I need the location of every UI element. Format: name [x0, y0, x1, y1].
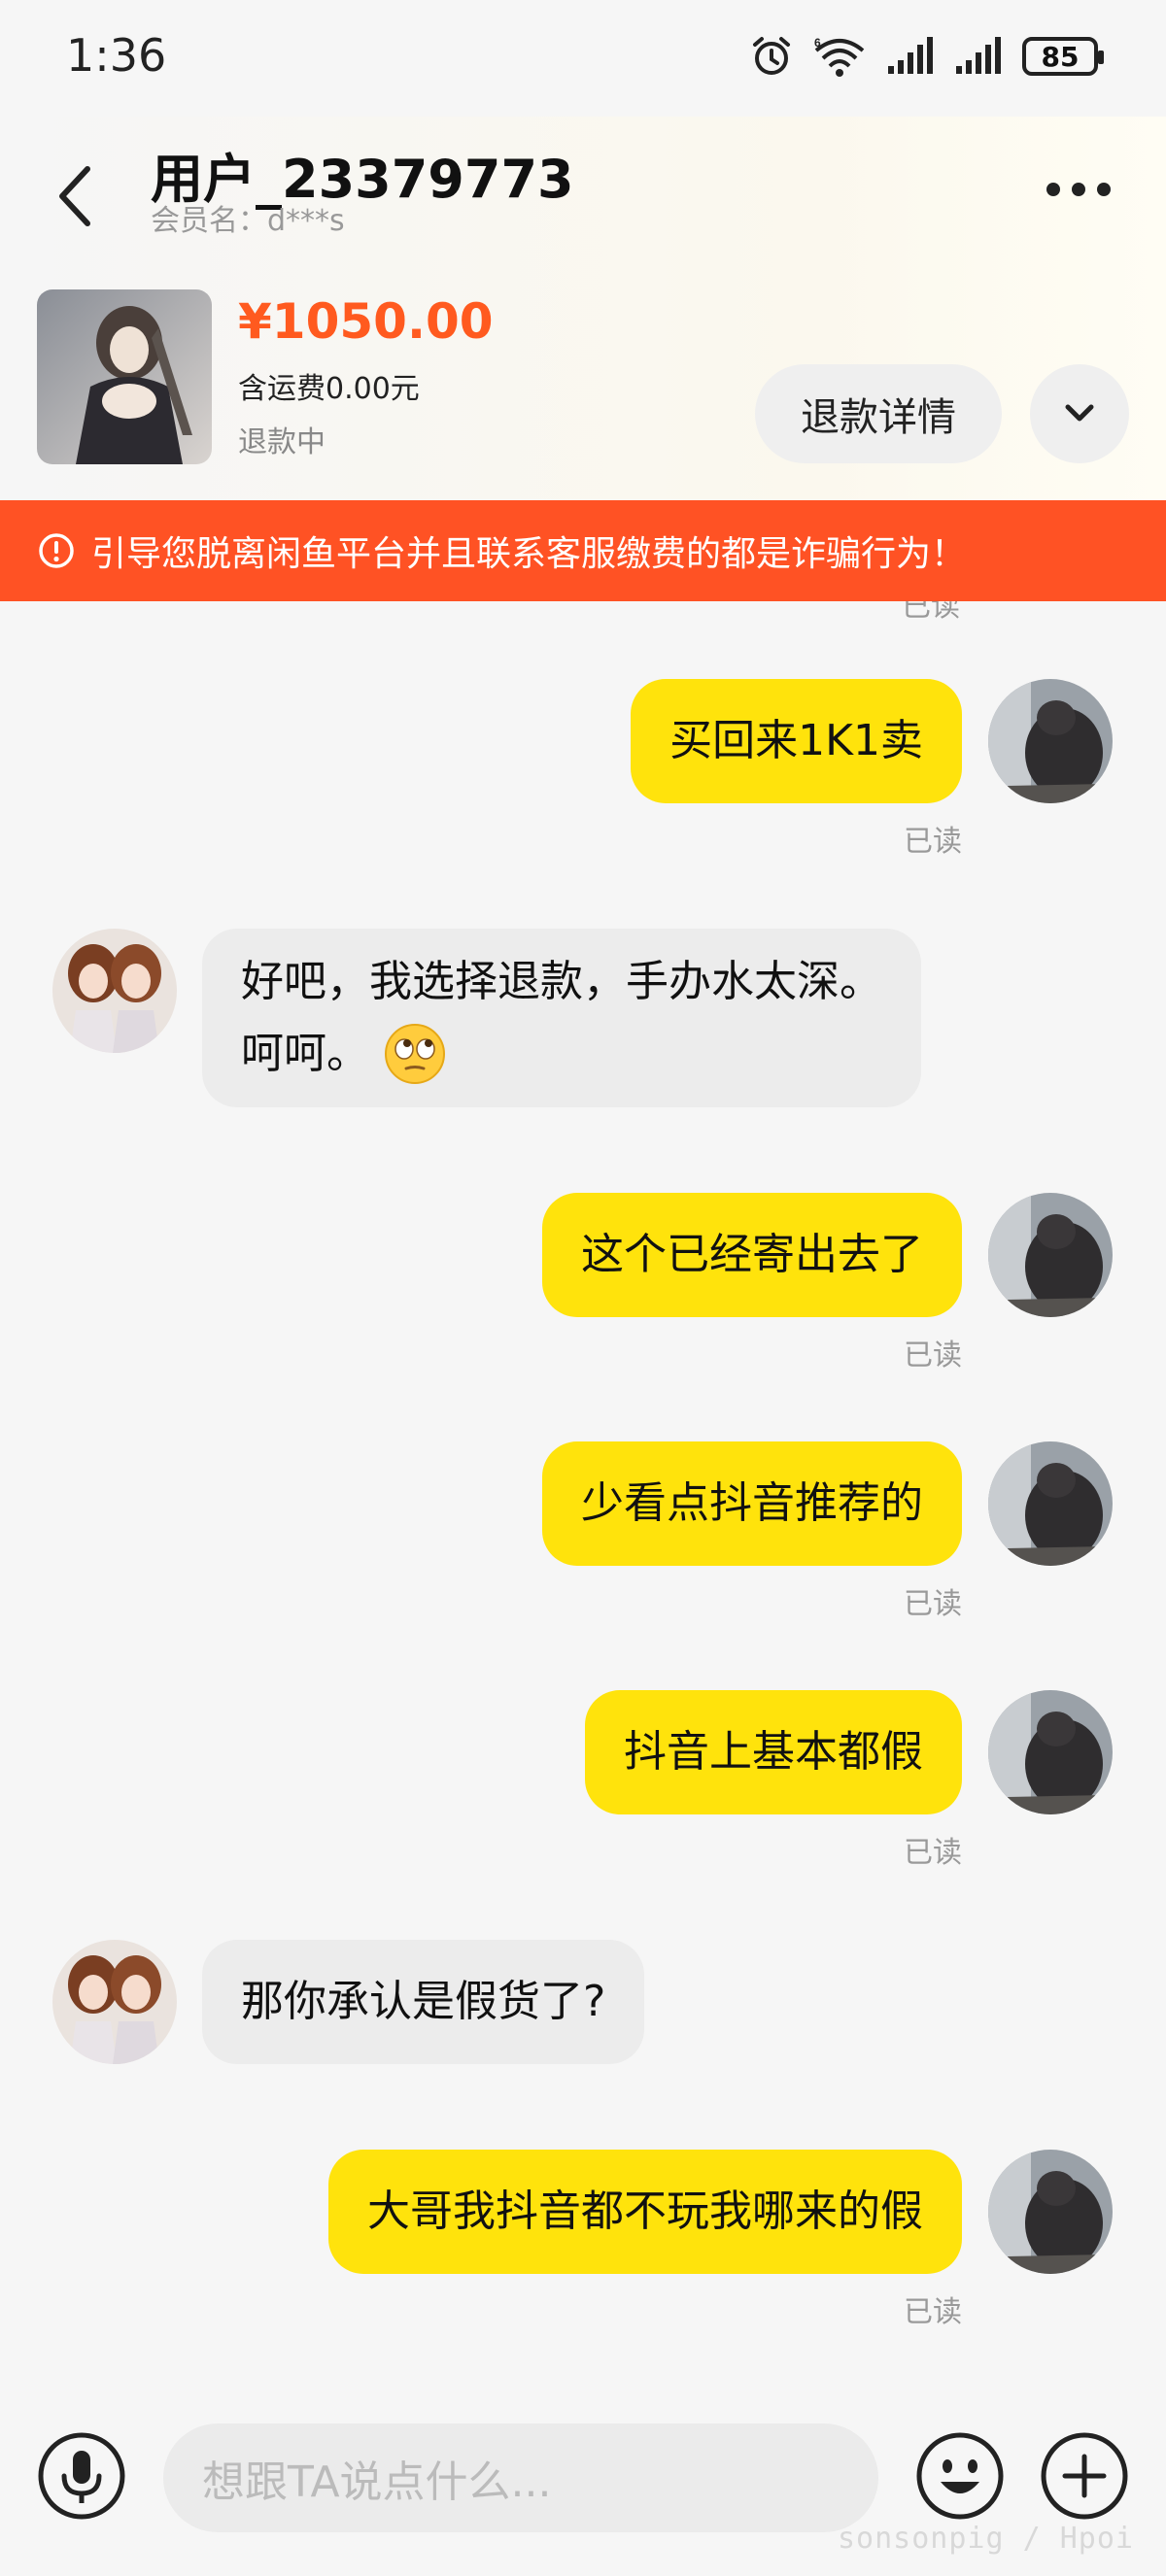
member-name: 会员名：d***s	[151, 204, 345, 238]
read-receipt: 已读	[904, 1339, 962, 1373]
status-time: 1:36	[66, 29, 167, 82]
chat-messages[interactable]: 已读 买回来1K1卖 已读 好吧，我选择退款，手办水太深。 呵呵。 这个已经寄出…	[0, 601, 1166, 2408]
watermark: sonsonpig / Hpoi	[838, 2522, 1134, 2556]
contact-message-bubble[interactable]: 好吧，我选择退款，手办水太深。 呵呵。	[202, 929, 921, 1107]
message-row: 抖音上基本都假 已读	[0, 1690, 1166, 1884]
product-thumbnail[interactable]	[37, 289, 212, 464]
contact-avatar[interactable]	[52, 929, 177, 1053]
my-avatar[interactable]	[988, 2150, 1113, 2274]
exclamation-circle-icon	[39, 533, 74, 568]
my-avatar[interactable]	[988, 1441, 1113, 1566]
read-receipt: 已读	[902, 601, 960, 624]
message-line: 好吧，我选择退款，手办水太深。	[241, 957, 882, 1006]
microphone-icon[interactable]	[37, 2431, 126, 2521]
read-receipt: 已读	[904, 1587, 962, 1621]
expand-button[interactable]	[1030, 364, 1129, 463]
product-price: ¥1050.00	[238, 293, 494, 350]
my-avatar[interactable]	[988, 679, 1113, 803]
wifi-6-icon: 6	[814, 36, 865, 77]
message-row: 这个已经寄出去了 已读	[0, 1193, 1166, 1387]
my-avatar[interactable]	[988, 1193, 1113, 1317]
fraud-warning-banner: 引导您脱离闲鱼平台并且联系客服缴费的都是诈骗行为！	[0, 500, 1166, 601]
message-row: 好吧，我选择退款，手办水太深。 呵呵。	[0, 929, 1166, 1123]
my-message-bubble[interactable]: 这个已经寄出去了	[542, 1193, 962, 1317]
message-row: 买回来1K1卖 已读	[0, 679, 1166, 873]
svg-text:6: 6	[814, 36, 821, 50]
smiley-icon[interactable]	[915, 2431, 1005, 2521]
my-message-bubble[interactable]: 少看点抖音推荐的	[542, 1441, 962, 1566]
battery-icon: 85	[1022, 37, 1104, 76]
rolling-eyes-face-icon	[385, 1024, 445, 1084]
warning-text: 引导您脱离闲鱼平台并且联系客服缴费的都是诈骗行为！	[91, 534, 967, 574]
status-icons: 6 85	[750, 35, 1104, 78]
my-avatar[interactable]	[988, 1690, 1113, 1814]
chevron-left-icon[interactable]	[47, 152, 105, 239]
read-receipt: 已读	[904, 2295, 962, 2329]
plus-circle-icon[interactable]	[1040, 2431, 1129, 2521]
signal-icon	[956, 37, 1001, 74]
my-message-bubble[interactable]: 买回来1K1卖	[631, 679, 962, 803]
chat-header: 用户_23379773 会员名：d***s	[0, 117, 1166, 272]
read-receipt: 已读	[904, 825, 962, 859]
shipping-fee: 含运费0.00元	[238, 372, 420, 406]
order-status: 退款中	[238, 425, 326, 459]
message-input[interactable]: 想跟TA说点什么...	[163, 2423, 878, 2532]
read-receipt: 已读	[904, 1836, 962, 1870]
message-line: 呵呵。	[241, 1029, 369, 1078]
my-message-bubble[interactable]: 大哥我抖音都不玩我哪来的假	[328, 2150, 962, 2274]
product-card[interactable]: ¥1050.00 含运费0.00元 退款中 退款详情	[0, 272, 1166, 500]
my-message-bubble[interactable]: 抖音上基本都假	[585, 1690, 962, 1814]
message-row: 那你承认是假货了?	[0, 1940, 1166, 2076]
contact-message-bubble[interactable]: 那你承认是假货了?	[202, 1940, 645, 2064]
message-row: 少看点抖音推荐的 已读	[0, 1441, 1166, 1636]
alarm-icon	[753, 37, 790, 75]
status-bar: 1:36 6 85	[0, 0, 1166, 117]
message-line-group: 呵呵。	[241, 1018, 882, 1090]
chevron-down-icon	[1065, 404, 1094, 422]
message-row: 大哥我抖音都不玩我哪来的假 已读	[0, 2150, 1166, 2344]
more-dots-icon[interactable]	[1040, 165, 1117, 214]
refund-details-button[interactable]: 退款详情	[755, 364, 1002, 463]
signal-icon	[888, 37, 933, 74]
contact-avatar[interactable]	[52, 1940, 177, 2064]
